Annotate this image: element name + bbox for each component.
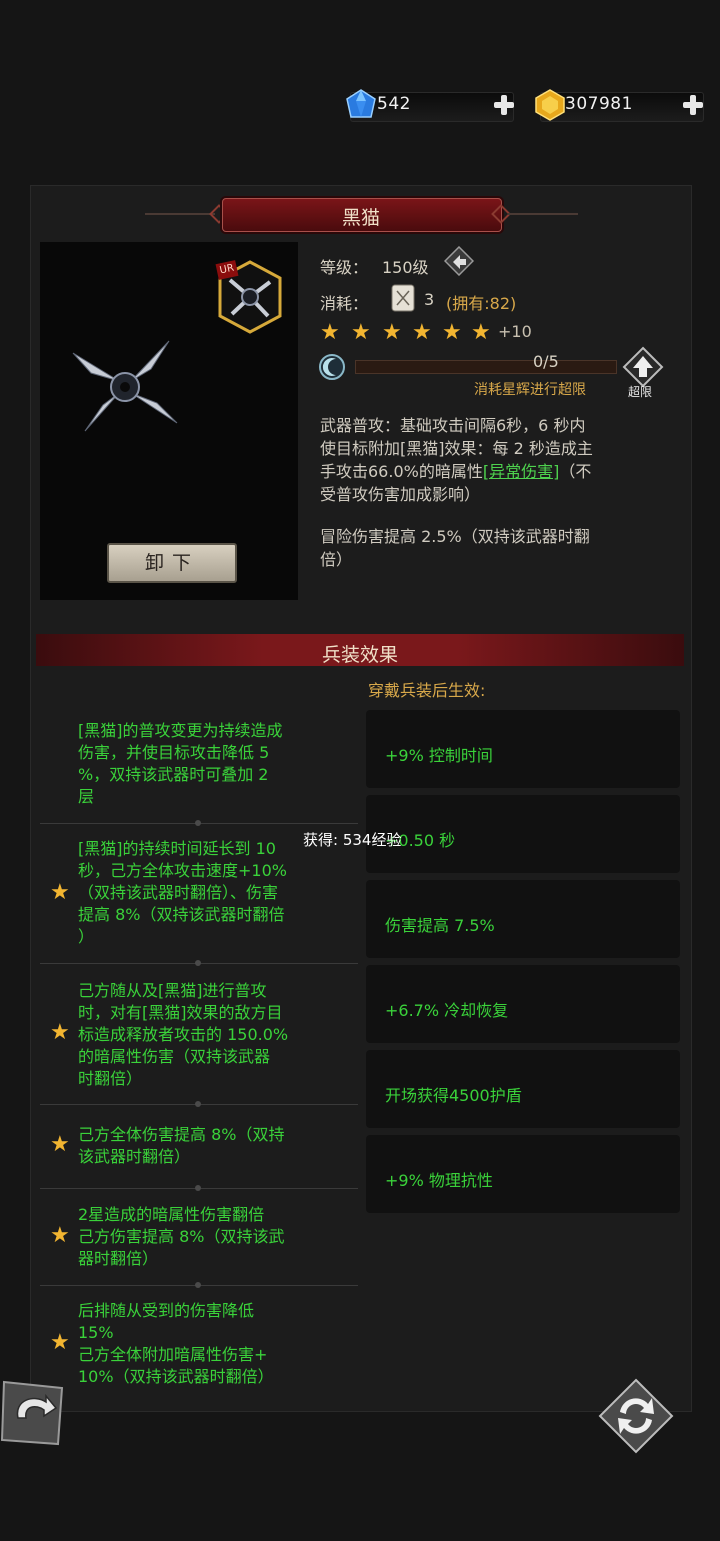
effect-line: 标造成释放者攻击的 150.0%	[78, 1025, 289, 1044]
breakthrough-progress-bar	[355, 360, 617, 374]
bonus-text: +9% 物理抗性	[385, 1171, 493, 1190]
title-divider-left	[145, 213, 215, 215]
effect-line: 时，对有[黑猫]效果的敌方目	[78, 1003, 283, 1022]
effect-line: 己方全体附加暗属性伤害+	[78, 1345, 268, 1364]
breakthrough-label: 超限	[628, 385, 653, 399]
effect-line: 10%（双持该武器时翻倍）	[78, 1367, 274, 1386]
shuriken-icon	[72, 340, 178, 432]
gem-count: 542	[377, 94, 411, 114]
effect-line: 后排随从受到的伤害降低	[78, 1301, 255, 1320]
breakthrough-button[interactable]	[622, 346, 664, 388]
effect-item: 2星造成的暗属性伤害翻倍 己方伤害提高 8%（双持该武 器时翻倍）	[78, 1204, 354, 1270]
effect-line: 2星造成的暗属性伤害翻倍	[78, 1205, 265, 1224]
effect-line: 该武器时翻倍）	[78, 1147, 191, 1166]
star-icon: ★	[50, 1223, 70, 1248]
gold-count: 307981	[565, 94, 633, 114]
bonus-text: +6.7% 冷却恢复	[385, 1001, 509, 1020]
section-title: 兵装效果	[321, 644, 398, 666]
bonus-text: 开场获得4500护盾	[385, 1086, 522, 1105]
star-icon: ★	[50, 1020, 70, 1045]
desc-text: 手攻击66.0%的暗属性	[320, 462, 483, 481]
scroll-material-icon	[391, 284, 415, 312]
star-icon: ★	[471, 320, 491, 345]
cost-value: 3	[424, 290, 435, 309]
effect-divider-dot	[195, 1282, 201, 1288]
star-icon: ★	[50, 1330, 70, 1355]
cost-label: 消耗：	[320, 294, 369, 313]
desc-line: 武器普攻：基础攻击间隔6秒，6 秒内	[320, 416, 586, 435]
desc-line: 使目标附加[黑猫]效果：每 2 秒造成主	[320, 439, 593, 458]
star-icon: ★	[320, 320, 340, 345]
progress-text: 0/5	[533, 352, 559, 371]
effect-line: 层	[78, 787, 95, 806]
star-icon: ★	[50, 1132, 70, 1157]
desc-line: 冒险伤害提高 2.5%（双持该武器时翻	[320, 527, 590, 546]
blue-gem-icon	[346, 89, 376, 118]
gold-crystal-icon	[535, 89, 565, 121]
effect-item: 己方随从及[黑猫]进行普攻 时，对有[黑猫]效果的敌方目 标造成释放者攻击的 1…	[78, 980, 354, 1090]
unequip-button[interactable]: 卸下	[107, 543, 237, 583]
effect-line: 器时翻倍）	[78, 1249, 159, 1268]
effect-line: 伤害，并使目标攻击降低 5	[78, 743, 270, 762]
star-icon: ★	[382, 320, 402, 345]
effect-line: 己方全体伤害提高 8%（双持	[78, 1125, 285, 1144]
effect-line: ）	[78, 927, 95, 946]
star-icon: ★	[50, 880, 70, 905]
effect-line: 秒，己方全体攻击速度+10%	[78, 861, 287, 880]
level-value: 150级	[382, 258, 429, 277]
add-gold-button[interactable]	[681, 93, 705, 117]
effect-item: [黑猫]的普攻变更为持续造成 伤害，并使目标攻击降低 5 %，双持该武器时可叠加…	[78, 720, 354, 808]
star-bonus: +10	[498, 322, 532, 341]
desc-text: （不	[559, 462, 592, 481]
progress-hint: 消耗星辉进行超限	[474, 382, 586, 398]
effect-line: %，双持该武器时可叠加 2	[78, 765, 269, 784]
effect-item: [黑猫]的持续时间延长到 10 秒，己方全体攻击速度+10% （双持该武器时翻倍…	[78, 838, 354, 948]
desc-line: 倍）	[320, 550, 353, 569]
effect-item: 后排随从受到的伤害降低 15% 己方全体附加暗属性伤害+ 10%（双持该武器时翻…	[78, 1300, 354, 1388]
back-button[interactable]	[0, 1378, 66, 1448]
effect-line: 的暗属性伤害（双持该武器	[78, 1047, 271, 1066]
effect-divider-dot	[195, 820, 201, 826]
owned-count: (拥有:82)	[446, 294, 517, 313]
weapon-description: 武器普攻：基础攻击间隔6秒，6 秒内 使目标附加[黑猫]效果：每 2 秒造成主 …	[320, 414, 680, 506]
effect-line: 提高 8%（双持该武器时翻倍	[78, 905, 285, 924]
effect-line: [黑猫]的普攻变更为持续造成	[78, 721, 283, 740]
moon-orb-icon	[319, 354, 345, 380]
title-divider-right	[508, 213, 578, 215]
exp-gain-toast: 获得: 534经验	[303, 831, 402, 849]
adventure-bonus: 冒险伤害提高 2.5%（双持该武器时翻 倍）	[320, 525, 680, 571]
level-up-icon[interactable]	[444, 246, 474, 276]
effect-divider-dot	[195, 1185, 201, 1191]
effect-line: 己方伤害提高 8%（双持该武	[78, 1227, 285, 1246]
weapon-name: 黑猫	[341, 207, 380, 229]
abnormal-damage-link[interactable]: [异常伤害]	[483, 462, 560, 481]
effect-divider-dot	[195, 960, 201, 966]
bonus-text: 伤害提高 7.5%	[385, 916, 495, 935]
add-gems-button[interactable]	[492, 93, 516, 117]
section-subtitle: 穿戴兵装后生效:	[368, 681, 486, 700]
swap-weapon-button[interactable]	[598, 1378, 674, 1454]
effect-line: 己方随从及[黑猫]进行普攻	[78, 981, 267, 1000]
star-icon: ★	[442, 320, 462, 345]
bonus-text: +9% 控制时间	[385, 746, 493, 765]
star-icon: ★	[351, 320, 371, 345]
effect-line: （双持该武器时翻倍）、伤害	[78, 883, 279, 902]
star-icon: ★	[412, 320, 432, 345]
effect-line: 时翻倍）	[78, 1069, 143, 1088]
effect-item: 己方全体伤害提高 8%（双持 该武器时翻倍）	[78, 1124, 354, 1168]
desc-line: 手攻击66.0%的暗属性[异常伤害]（不	[320, 460, 680, 483]
desc-line: 受普攻伤害加成影响）	[320, 485, 481, 504]
effect-divider-dot	[195, 1101, 201, 1107]
effect-line: 15%	[78, 1323, 114, 1342]
level-label: 等级：	[320, 258, 369, 277]
